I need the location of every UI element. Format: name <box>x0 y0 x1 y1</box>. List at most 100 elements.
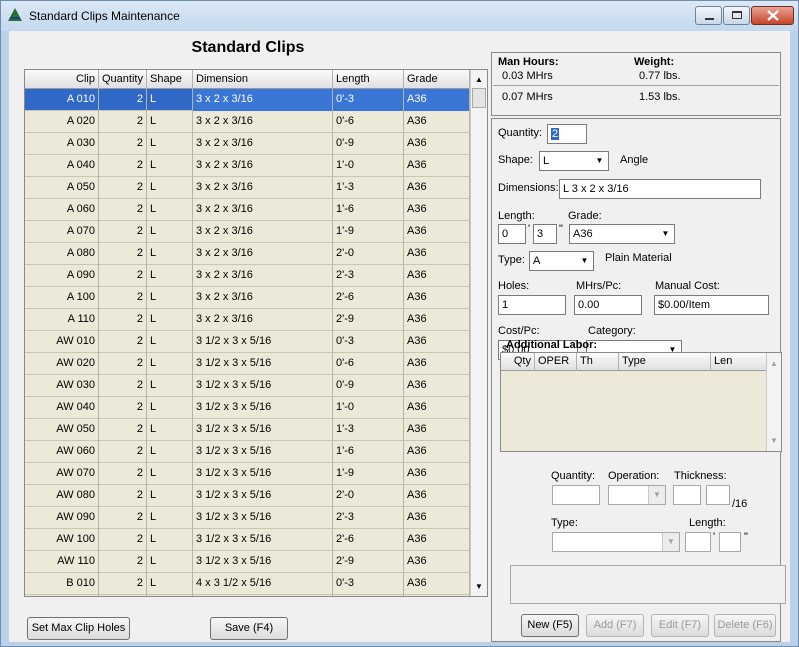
dimension-cell[interactable]: 3 1/2 x 3 x 5/16 <box>193 529 333 551</box>
table-row[interactable]: A 090 2 L 3 x 2 x 3/16 2'-3 A36 <box>25 265 470 287</box>
clip-cell[interactable]: AW 040 <box>25 397 99 419</box>
shape-cell[interactable]: L <box>147 133 193 155</box>
scroll-up-arrow-icon[interactable]: ▲ <box>767 355 781 372</box>
shape-cell[interactable]: L <box>147 463 193 485</box>
grade-select[interactable]: A36 ▼ <box>569 224 675 244</box>
dimensions-field[interactable]: L 3 x 2 x 3/16 <box>559 179 761 199</box>
quantity-cell[interactable]: 2 <box>99 309 147 331</box>
type-select[interactable]: A ▼ <box>529 251 594 271</box>
quantity-field[interactable]: 2 <box>547 124 587 144</box>
clips-grid[interactable]: Clip Quantity Shape Dimension Length Gra… <box>24 69 488 597</box>
dimension-cell[interactable]: 3 1/2 x 3 x 5/16 <box>193 507 333 529</box>
table-row[interactable]: B 0202L4 x 3 1/2 x 5/160'-6A36 <box>25 595 470 596</box>
table-row[interactable]: A 040 2 L 3 x 2 x 3/16 1'-0 A36 <box>25 155 470 177</box>
quantity-cell[interactable]: 2 <box>99 155 147 177</box>
length-cell[interactable]: 2'-6 <box>333 287 404 309</box>
scroll-thumb[interactable] <box>472 88 486 108</box>
table-row[interactable]: AW 060 2 L 3 1/2 x 3 x 5/16 1'-6 A36 <box>25 441 470 463</box>
clip-cell[interactable]: A 080 <box>25 243 99 265</box>
clip-cell[interactable]: A 090 <box>25 265 99 287</box>
table-row[interactable]: AW 080 2 L 3 1/2 x 3 x 5/16 2'-0 A36 <box>25 485 470 507</box>
quantity-cell[interactable]: 2 <box>99 177 147 199</box>
clip-cell[interactable]: A 070 <box>25 221 99 243</box>
clip-cell[interactable]: AW 110 <box>25 551 99 573</box>
shape-cell[interactable]: L <box>147 265 193 287</box>
length-cell[interactable]: 2'-6 <box>333 529 404 551</box>
delete-button[interactable]: Delete (F6) <box>714 614 776 637</box>
dimension-cell[interactable]: 3 1/2 x 3 x 5/16 <box>193 485 333 507</box>
shape-cell[interactable]: L <box>147 551 193 573</box>
shape-cell[interactable]: L <box>147 199 193 221</box>
length-cell[interactable]: 2'-0 <box>333 485 404 507</box>
quantity-cell[interactable]: 2 <box>99 221 147 243</box>
shape-cell[interactable]: L <box>147 309 193 331</box>
length-cell[interactable]: 2'-3 <box>333 265 404 287</box>
table-row[interactable]: AW 030 2 L 3 1/2 x 3 x 5/16 0'-9 A36 <box>25 375 470 397</box>
grade-cell[interactable]: A36 <box>404 111 470 133</box>
grade-cell[interactable]: A36 <box>404 529 470 551</box>
dimension-cell[interactable]: 3 1/2 x 3 x 5/16 <box>193 419 333 441</box>
clip-cell[interactable]: AW 060 <box>25 441 99 463</box>
length-cell[interactable]: 0'-6 <box>333 111 404 133</box>
shape-cell[interactable]: L <box>147 419 193 441</box>
grade-cell[interactable]: A36 <box>404 331 470 353</box>
shape-cell[interactable]: L <box>147 375 193 397</box>
clip-cell[interactable]: A 040 <box>25 155 99 177</box>
quantity-cell[interactable]: 2 <box>99 331 147 353</box>
grade-cell[interactable]: A36 <box>404 309 470 331</box>
table-row[interactable]: AW 040 2 L 3 1/2 x 3 x 5/16 1'-0 A36 <box>25 397 470 419</box>
quantity-cell[interactable]: 2 <box>99 485 147 507</box>
grade-cell[interactable]: A36 <box>404 397 470 419</box>
length-cell[interactable]: 0'-3 <box>333 89 404 111</box>
shape-cell[interactable]: L <box>147 111 193 133</box>
length-cell[interactable]: 1'-3 <box>333 419 404 441</box>
table-row[interactable]: A 070 2 L 3 x 2 x 3/16 1'-9 A36 <box>25 221 470 243</box>
col-header-shape[interactable]: Shape <box>147 70 193 89</box>
clip-cell[interactable]: A 020 <box>25 111 99 133</box>
length-cell[interactable]: 0'-6 <box>333 595 404 596</box>
grade-cell[interactable]: A36 <box>404 595 470 596</box>
length-cell[interactable]: 1'-9 <box>333 221 404 243</box>
col-header-dimension[interactable]: Dimension <box>193 70 333 89</box>
quantity-cell[interactable]: 2 <box>99 353 147 375</box>
length-cell[interactable]: 0'-3 <box>333 331 404 353</box>
dimension-cell[interactable]: 3 1/2 x 3 x 5/16 <box>193 551 333 573</box>
shape-cell[interactable]: L <box>147 573 193 595</box>
table-row[interactable]: A 080 2 L 3 x 2 x 3/16 2'-0 A36 <box>25 243 470 265</box>
chevron-down-icon[interactable]: ▼ <box>576 252 593 270</box>
scroll-up-arrow-icon[interactable]: ▲ <box>471 71 487 88</box>
dimension-cell[interactable]: 3 1/2 x 3 x 5/16 <box>193 463 333 485</box>
clip-cell[interactable]: AW 030 <box>25 375 99 397</box>
close-button[interactable] <box>751 6 794 25</box>
dimension-cell[interactable]: 3 x 2 x 3/16 <box>193 287 333 309</box>
dimension-cell[interactable]: 3 x 2 x 3/16 <box>193 199 333 221</box>
labor-col-th[interactable]: Th <box>577 353 619 371</box>
quantity-cell[interactable]: 2 <box>99 111 147 133</box>
table-row[interactable]: B 010 2 L 4 x 3 1/2 x 5/16 0'-3 A36 <box>25 573 470 595</box>
grade-cell[interactable]: A36 <box>404 353 470 375</box>
grade-cell[interactable]: A36 <box>404 419 470 441</box>
title-bar[interactable]: Standard Clips Maintenance <box>1 1 798 31</box>
grade-cell[interactable]: A36 <box>404 221 470 243</box>
quantity-cell[interactable]: 2 <box>99 595 147 596</box>
grade-cell[interactable]: A36 <box>404 89 470 111</box>
dimension-cell[interactable]: 3 1/2 x 3 x 5/16 <box>193 441 333 463</box>
table-row[interactable]: AW 090 2 L 3 1/2 x 3 x 5/16 2'-3 A36 <box>25 507 470 529</box>
clip-cell[interactable]: A 100 <box>25 287 99 309</box>
table-row[interactable]: AW 020 2 L 3 1/2 x 3 x 5/16 0'-6 A36 <box>25 353 470 375</box>
additional-labor-list[interactable]: Qty OPER Th Type Len ▲ ▼ <box>500 352 782 452</box>
length-cell[interactable]: 1'-9 <box>333 463 404 485</box>
chevron-down-icon[interactable]: ▼ <box>657 225 674 243</box>
length-cell[interactable]: 0'-6 <box>333 353 404 375</box>
labor-thickness-field-1[interactable] <box>673 485 701 505</box>
grade-cell[interactable]: A36 <box>404 133 470 155</box>
quantity-cell[interactable]: 2 <box>99 551 147 573</box>
length-cell[interactable]: 1'-3 <box>333 177 404 199</box>
shape-cell[interactable]: L <box>147 331 193 353</box>
labor-operation-select[interactable]: ▼ <box>608 485 666 505</box>
shape-cell[interactable]: L <box>147 177 193 199</box>
holes-field[interactable]: 1 <box>498 295 566 315</box>
length-cell[interactable]: 0'-9 <box>333 133 404 155</box>
dimension-cell[interactable]: 3 x 2 x 3/16 <box>193 177 333 199</box>
labor-type-select[interactable]: ▼ <box>552 532 680 552</box>
